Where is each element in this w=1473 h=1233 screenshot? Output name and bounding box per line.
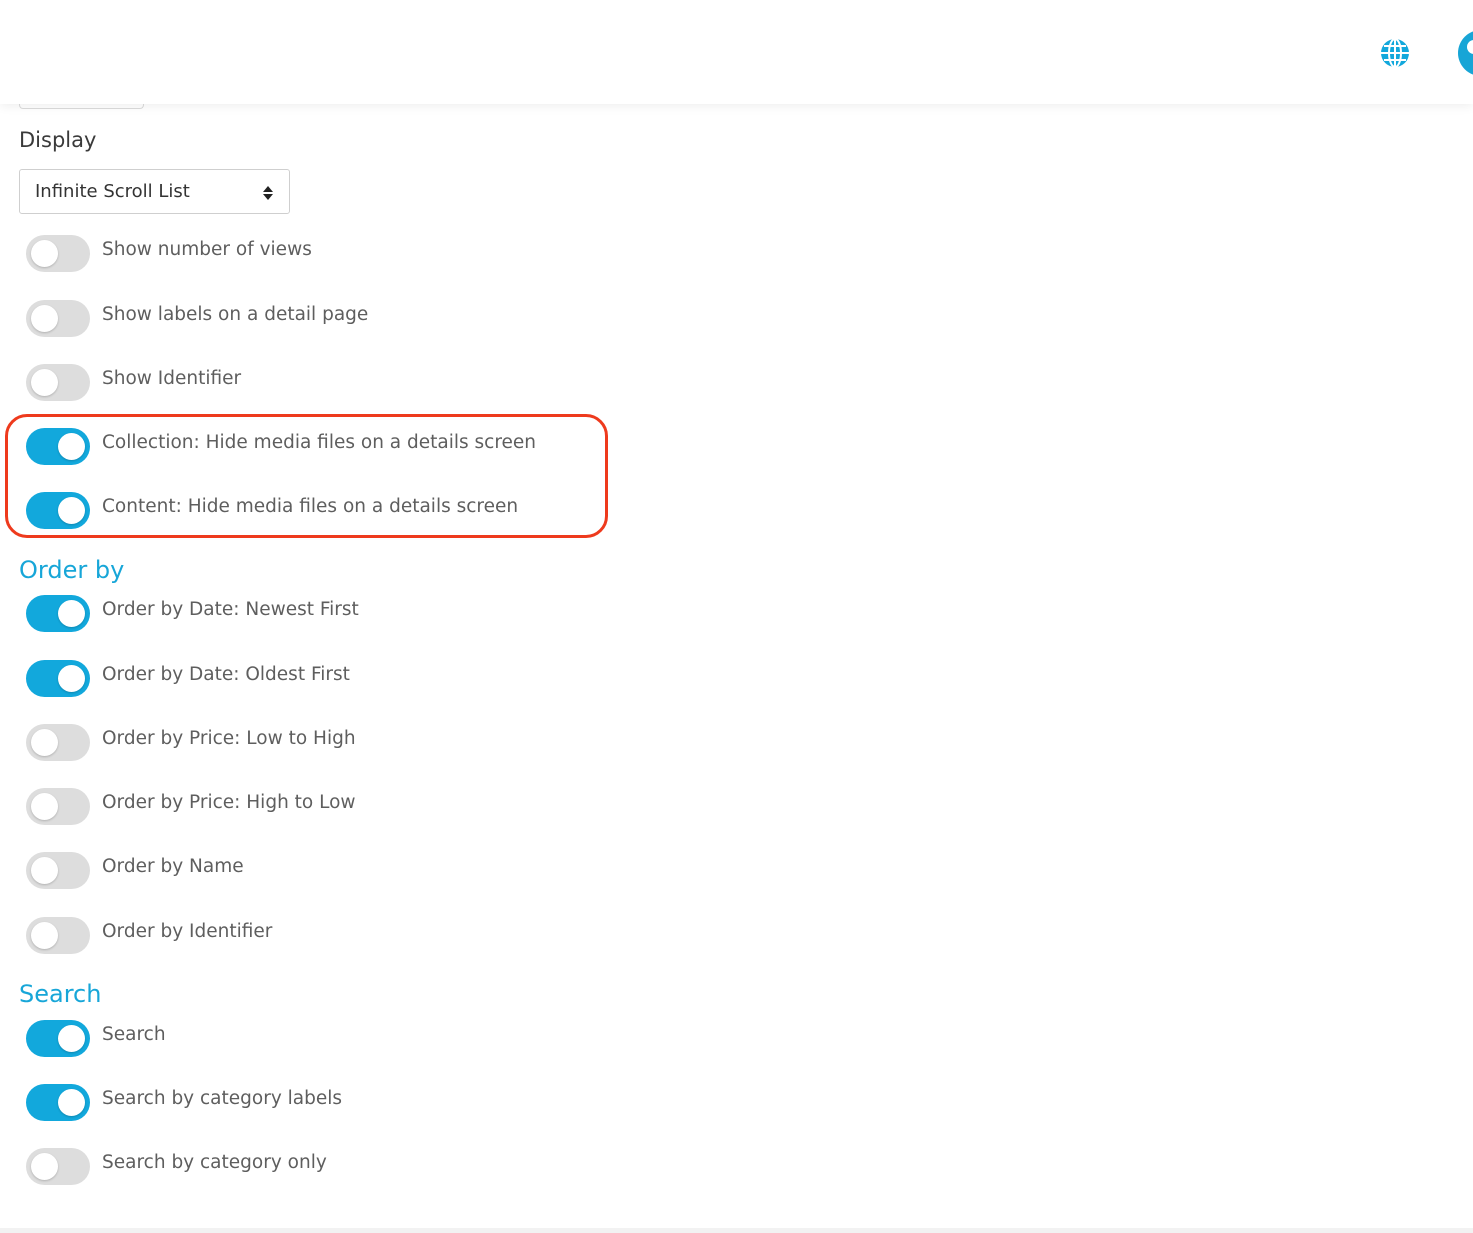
toggle-row-search-category-only: Search by category only — [26, 1147, 327, 1185]
toggle-knob — [58, 599, 85, 627]
toggle-switch[interactable] — [26, 234, 90, 272]
toggle-switch[interactable] — [26, 787, 90, 825]
toggle-knob — [31, 792, 58, 820]
toggle-row-search-category-labels: Search by category labels — [26, 1083, 342, 1121]
toggle-label: Order by Date: Newest First — [102, 598, 359, 620]
toggle-row-search: Search — [26, 1019, 166, 1057]
toggle-switch[interactable] — [26, 916, 90, 954]
footer-divider — [0, 1228, 1473, 1233]
globe-icon[interactable] — [1379, 37, 1411, 69]
toggle-knob — [31, 856, 58, 884]
highlight-annotation — [5, 414, 608, 538]
toggle-switch[interactable] — [26, 659, 90, 697]
toggle-switch[interactable] — [26, 363, 90, 401]
toggle-label: Order by Identifier — [102, 920, 273, 942]
toggle-label: Search — [102, 1023, 166, 1045]
toggle-label: Order by Name — [102, 855, 244, 877]
toggle-row-show-labels: Show labels on a detail page — [26, 299, 368, 337]
toggle-switch[interactable] — [26, 723, 90, 761]
user-avatar-icon[interactable] — [1458, 30, 1473, 76]
section-title-search: Search — [19, 980, 102, 1008]
toggle-switch[interactable] — [26, 1019, 90, 1057]
toggle-label: Show Identifier — [102, 367, 242, 389]
toggle-switch[interactable] — [26, 1147, 90, 1185]
toggle-switch[interactable] — [26, 1083, 90, 1121]
toggle-knob — [31, 239, 58, 267]
toggle-knob — [31, 921, 58, 949]
toggle-row-name: Order by Name — [26, 851, 244, 889]
toggle-knob — [58, 664, 85, 692]
toggle-knob — [58, 1088, 85, 1116]
toggle-knob — [31, 1152, 58, 1180]
section-title-order-by: Order by — [19, 556, 125, 584]
toggle-knob — [31, 368, 58, 396]
toggle-row-date-newest: Order by Date: Newest First — [26, 594, 359, 632]
toggle-label: Show labels on a detail page — [102, 303, 369, 325]
toggle-switch[interactable] — [26, 851, 90, 889]
display-label: Display — [19, 128, 97, 152]
toggle-switch[interactable] — [26, 299, 90, 337]
top-header — [0, 0, 1473, 104]
sort-arrows-icon — [263, 186, 273, 200]
toggle-label: Search by category only — [102, 1151, 327, 1173]
toggle-label: Search by category labels — [102, 1087, 343, 1109]
toggle-label: Order by Price: High to Low — [102, 791, 356, 813]
toggle-knob — [31, 304, 58, 332]
toggle-row-show-views: Show number of views — [26, 234, 312, 272]
toggle-label: Order by Date: Oldest First — [102, 663, 350, 685]
toggle-label: Show number of views — [102, 238, 312, 260]
toggle-knob — [31, 728, 58, 756]
toggle-knob — [58, 1024, 85, 1052]
toggle-switch[interactable] — [26, 594, 90, 632]
display-select[interactable]: Infinite Scroll List — [19, 169, 290, 214]
toggle-row-price-low-high: Order by Price: Low to High — [26, 723, 356, 761]
toggle-row-show-identifier: Show Identifier — [26, 363, 241, 401]
toggle-row-identifier: Order by Identifier — [26, 916, 272, 954]
toggle-row-price-high-low: Order by Price: High to Low — [26, 787, 356, 825]
toggle-row-date-oldest: Order by Date: Oldest First — [26, 659, 350, 697]
display-select-value: Infinite Scroll List — [35, 181, 190, 202]
toggle-label: Order by Price: Low to High — [102, 727, 356, 749]
